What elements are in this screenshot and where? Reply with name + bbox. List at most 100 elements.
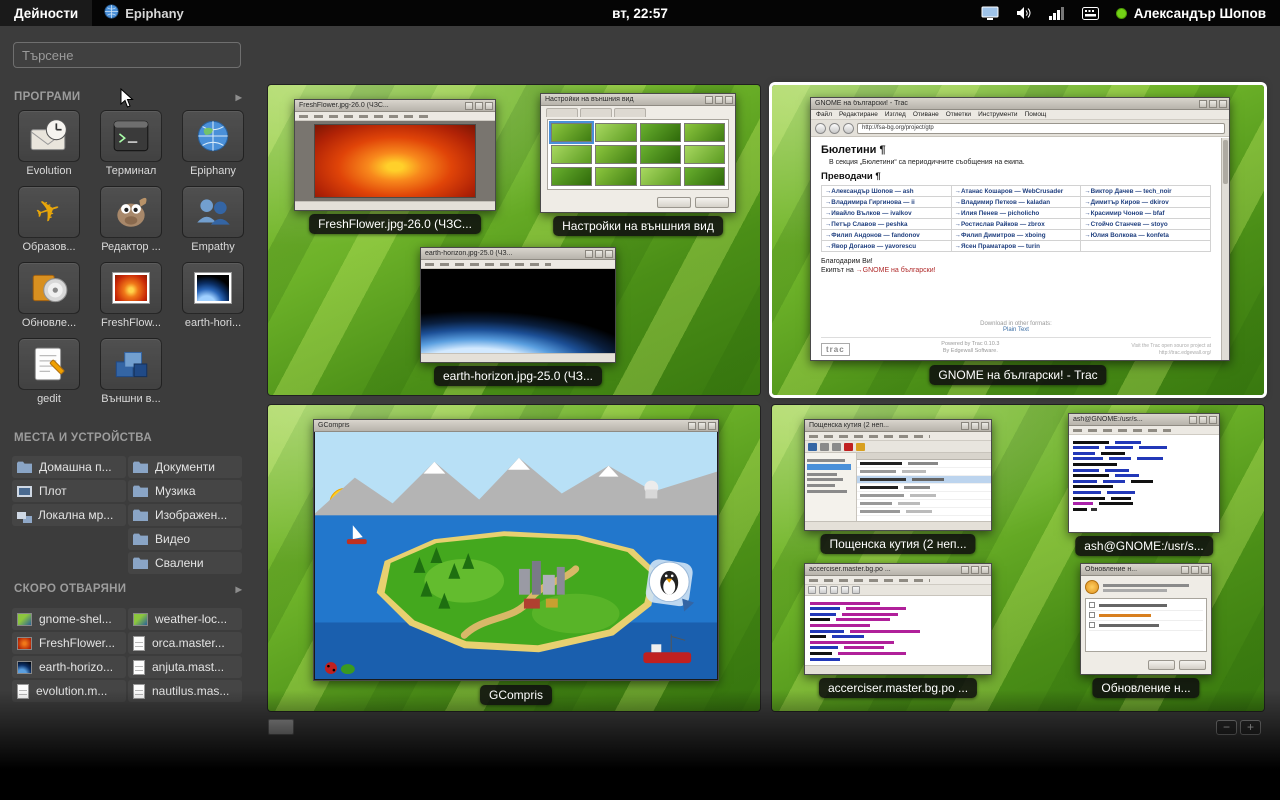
reload-button[interactable] — [843, 123, 854, 134]
place-video[interactable]: Видео — [128, 528, 242, 550]
menu-item[interactable]: Редактиране — [839, 111, 878, 118]
translator-cell[interactable]: →Явор Доганов — yavorescu — [822, 241, 952, 252]
place-home[interactable]: Домашна п... — [12, 456, 126, 478]
app-evolution[interactable]: Evolution — [8, 110, 90, 177]
place-local-network[interactable]: Локална мр... — [12, 504, 126, 526]
place-music[interactable]: Музика — [128, 480, 242, 502]
translator-cell[interactable]: →Димитър Киров — dkirov — [1081, 197, 1211, 208]
workspace-1[interactable]: FreshFlower.jpg-26.0 (ЧЗС... FreshFlower… — [268, 85, 760, 395]
text-line — [1073, 452, 1215, 455]
folder-pane — [805, 453, 857, 521]
team-link[interactable]: →GNOME на български! — [856, 267, 936, 274]
app-epiphany[interactable]: Epiphany — [172, 110, 254, 177]
menu-item[interactable]: Изглед — [885, 111, 906, 118]
app-gcompris[interactable]: ✈ Образов... — [8, 186, 90, 253]
window-gedit[interactable]: accerciser.master.bg.po ... — [804, 563, 992, 675]
url-bar[interactable]: http://fsa-bg.org/project/gtp — [857, 123, 1225, 134]
window-software-update[interactable]: Обновление н... — [1080, 563, 1212, 675]
window-appearance[interactable]: Настройки на външния вид — [540, 93, 736, 213]
keyboard-input-icon[interactable] — [1082, 0, 1099, 26]
forward-button[interactable] — [829, 123, 840, 134]
app-label: Образов... — [22, 241, 75, 253]
translator-cell[interactable]: →Филип Андонов — fandonov — [822, 230, 952, 241]
activities-button[interactable]: Дейности — [0, 0, 92, 26]
translator-cell[interactable]: →Атанас Кошаров — WebCrusader — [951, 186, 1081, 197]
checkbox[interactable] — [1089, 602, 1095, 608]
cancel-button[interactable] — [1148, 660, 1175, 670]
recent-anjuta-master[interactable]: anjuta.mast... — [128, 656, 242, 678]
search-input[interactable] — [13, 42, 241, 68]
app-terminal[interactable]: Терминал — [90, 110, 172, 177]
display-icon[interactable] — [981, 0, 999, 26]
recent-expander-icon[interactable]: ▸ — [236, 582, 242, 596]
place-downloads[interactable]: Свалени — [128, 552, 242, 574]
translator-cell[interactable]: →Александър Шопов — ash — [822, 186, 952, 197]
workspace-2-active[interactable]: GNOME на български! - Trac Файл Редактир… — [772, 85, 1264, 395]
app-software-update[interactable]: Обновле... — [8, 262, 90, 329]
window-terminal[interactable]: ash@GNOME:/usr/s... — [1068, 413, 1220, 533]
recent-evolution-file[interactable]: evolution.m... — [12, 680, 126, 702]
workspace-zoom-in-button[interactable]: + — [1240, 720, 1261, 735]
translator-cell[interactable]: →Ивайло Вълков — ivalkov — [822, 208, 952, 219]
earth-image — [421, 269, 615, 353]
workspace-4[interactable]: Пощенска кутия (2 неп... — [772, 405, 1264, 711]
app-freshflower-image[interactable]: FreshFlow... — [90, 262, 172, 329]
plain-text-link[interactable]: Plain Text — [821, 327, 1211, 333]
window-gcompris[interactable]: GCompris — [313, 419, 719, 681]
recent-weather-locations[interactable]: weather-loc... — [128, 608, 242, 630]
app-earth-image[interactable]: earth-hori... — [172, 262, 254, 329]
menu-item[interactable]: Инструменти — [978, 111, 1018, 118]
menu-item[interactable]: Файл — [816, 111, 832, 118]
workspace-zoom-out-button[interactable]: − — [1216, 720, 1237, 735]
app-external-drives[interactable]: Външни в... — [90, 338, 172, 405]
back-button[interactable] — [815, 123, 826, 134]
workspace-3[interactable]: GCompris — [268, 405, 760, 711]
app-gimp[interactable]: Редактор ... — [90, 186, 172, 253]
volume-icon[interactable] — [1016, 0, 1032, 26]
menu-item[interactable]: Отиване — [913, 111, 939, 118]
window-trac-browser[interactable]: GNOME на български! - Trac Файл Редактир… — [810, 97, 1230, 361]
clock[interactable]: вт, 22:57 — [612, 0, 668, 26]
translator-cell[interactable]: →Ростислав Райков — zbrox — [951, 219, 1081, 230]
app-menu[interactable]: Epiphany — [92, 0, 196, 26]
translator-cell[interactable]: →Илия Пенев — picholicho — [951, 208, 1081, 219]
translator-cell[interactable]: →Красимир Чонов — bfaf — [1081, 208, 1211, 219]
place-label: Домашна п... — [39, 460, 112, 474]
translator-cell[interactable]: →Владимира Гиргинова — ii — [822, 197, 952, 208]
window-freshflower[interactable]: FreshFlower.jpg-26.0 (ЧЗС... — [294, 99, 496, 211]
window-earth[interactable]: earth-horizon.jpg-25.0 (ЧЗ... — [420, 247, 616, 363]
translator-cell[interactable]: →Стойчо Станчев — stoyo — [1081, 219, 1211, 230]
place-pictures[interactable]: Изображен... — [128, 504, 242, 526]
translator-cell[interactable]: →Юлия Волкова — konfeta — [1081, 230, 1211, 241]
user-menu[interactable]: Александър Шопов — [1116, 6, 1266, 21]
recent-orca-master[interactable]: orca.master... — [128, 632, 242, 654]
flower-image — [315, 125, 475, 197]
scrollbar[interactable] — [1221, 138, 1229, 360]
app-empathy[interactable]: Empathy — [172, 186, 254, 253]
recent-nautilus-master[interactable]: nautilus.mas... — [128, 680, 242, 702]
place-documents[interactable]: Документи — [128, 456, 242, 478]
recent-freshflower[interactable]: FreshFlower... — [12, 632, 126, 654]
install-button[interactable] — [1179, 660, 1206, 670]
menu-item[interactable]: Отметки — [946, 111, 971, 118]
menu-item[interactable]: Помощ — [1025, 111, 1047, 118]
app-gedit[interactable]: gedit — [8, 338, 90, 405]
translator-cell[interactable]: →Ясен Праматаров — turin — [951, 241, 1081, 252]
translator-cell[interactable]: →Филип Димитров — xboing — [951, 230, 1081, 241]
translator-cell[interactable]: →Виктор Дачев — tech_noir — [1081, 186, 1211, 197]
window-title: earth-horizon.jpg-25.0 (ЧЗ... — [425, 250, 513, 257]
recent-gnome-shell[interactable]: gnome-shel... — [12, 608, 126, 630]
translator-cell[interactable] — [1081, 241, 1211, 252]
text-file-icon — [133, 636, 145, 651]
programs-expander-icon[interactable]: ▸ — [236, 90, 242, 104]
workspace-pager[interactable] — [268, 719, 294, 735]
window-evolution-mail[interactable]: Пощенска кутия (2 неп... — [804, 419, 992, 531]
translator-cell[interactable]: →Владимир Петков — kaladan — [951, 197, 1081, 208]
network-signal-icon[interactable] — [1049, 0, 1065, 26]
translator-cell[interactable]: →Петър Славов — peshka — [822, 219, 952, 230]
recent-earth-horizon[interactable]: earth-horizo... — [12, 656, 126, 678]
checkbox[interactable] — [1089, 622, 1095, 628]
window-title: ash@GNOME:/usr/s... — [1073, 416, 1143, 423]
checkbox[interactable] — [1089, 612, 1095, 618]
place-desktop[interactable]: Плот — [12, 480, 126, 502]
